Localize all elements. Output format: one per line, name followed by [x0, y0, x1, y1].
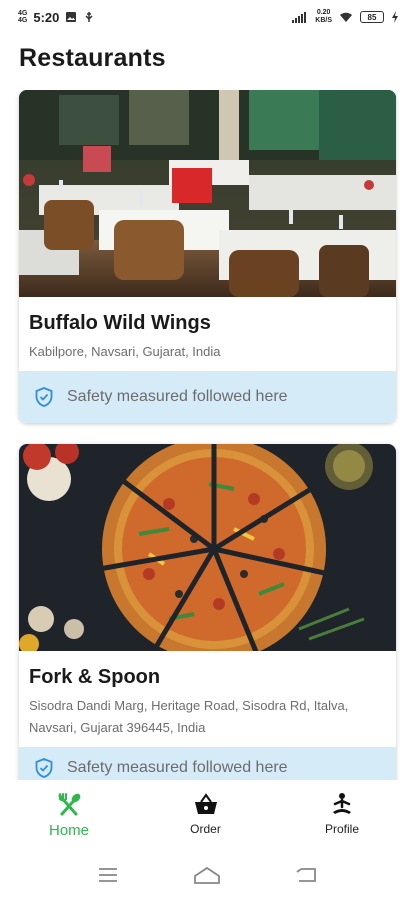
nav-home[interactable]: Home [26, 780, 112, 850]
back-icon[interactable] [295, 866, 319, 884]
network-label-top: 4G [18, 10, 28, 17]
restaurant-list[interactable]: Buffalo Wild Wings Kabilpore, Navsari, G… [0, 90, 415, 780]
restaurant-image [19, 444, 396, 651]
gallery-notification-icon [66, 12, 77, 22]
nav-home-label: Home [48, 822, 89, 839]
network-indicator: 4G 4G [18, 10, 27, 24]
menu-icon[interactable] [97, 866, 119, 884]
safety-banner: Safety measured followed here [19, 371, 396, 423]
network-speed-value: 0.20 [316, 9, 331, 16]
home-icon[interactable] [192, 865, 222, 885]
status-left: 4G 4G 5:20 [18, 10, 95, 25]
restaurant-address: Sisodra Dandi Marg, Heritage Road, Sisod… [29, 698, 349, 735]
safety-text: Safety measured followed here [67, 759, 288, 776]
restaurant-card[interactable]: Buffalo Wild Wings Kabilpore, Navsari, G… [19, 90, 396, 423]
restaurant-interior-image [19, 90, 396, 297]
status-right: 0.20 KB/S 85 [292, 9, 399, 25]
network-speed-unit: KB/S [315, 17, 332, 24]
fork-spoon-icon [58, 793, 81, 816]
wifi-icon [340, 12, 352, 22]
restaurant-name: Fork & Spoon [29, 666, 161, 688]
restaurant-image [19, 90, 396, 297]
nav-profile-label: Profile [324, 822, 359, 836]
safety-text: Safety measured followed here [67, 388, 288, 405]
shield-check-icon [35, 387, 53, 407]
usb-notification-icon [85, 12, 93, 22]
network-label-bottom: 4G [18, 17, 28, 24]
restaurant-address: Kabilpore, Navsari, Gujarat, India [29, 344, 221, 359]
page-title: Restaurants [19, 44, 166, 72]
shield-check-icon [35, 758, 53, 778]
system-navigation-bar [0, 850, 415, 900]
nav-profile[interactable]: Profile [299, 780, 385, 850]
network-speed: 0.20 KB/S [315, 9, 332, 25]
pizza-image [19, 444, 396, 651]
signal-icon [292, 12, 307, 23]
restaurant-card[interactable]: Fork & Spoon Sisodra Dandi Marg, Heritag… [19, 444, 396, 780]
battery-level: 85 [367, 12, 377, 22]
nav-order[interactable]: Order [163, 780, 249, 850]
bottom-navigation: Home Order Profile [0, 780, 415, 850]
basket-icon [194, 793, 217, 814]
meditation-person-icon [333, 793, 351, 814]
charging-icon [392, 11, 398, 23]
battery-indicator: 85 [360, 11, 384, 23]
restaurant-name: Buffalo Wild Wings [29, 312, 211, 334]
status-bar: 4G 4G 5:20 0.20 KB/S 85 [0, 0, 415, 34]
safety-banner: Safety measured followed here [19, 747, 396, 780]
nav-order-label: Order [190, 822, 221, 836]
clock: 5:20 [33, 9, 60, 25]
